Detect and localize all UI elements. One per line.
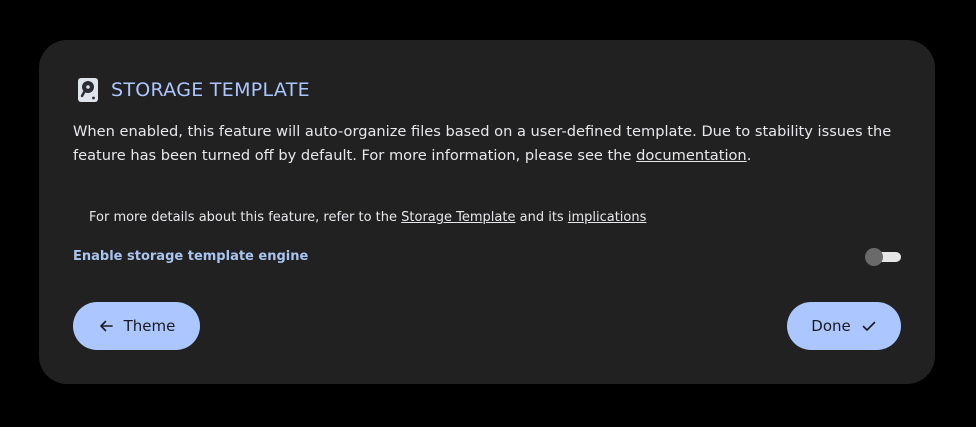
storage-template-link[interactable]: Storage Template — [401, 210, 515, 225]
details-note: For more details about this feature, ref… — [89, 208, 646, 228]
storage-template-card: STORAGE TEMPLATE When enabled, this feat… — [39, 40, 935, 384]
details-text: For more details about this feature, ref… — [89, 210, 402, 225]
back-theme-button[interactable]: Theme — [73, 302, 200, 350]
setting-label: Enable storage template engine — [73, 249, 309, 264]
done-button-label: Done — [811, 317, 851, 335]
arrow-left-icon — [99, 320, 113, 332]
storage-template-toggle[interactable] — [865, 248, 901, 266]
section-title: STORAGE TEMPLATE — [111, 79, 310, 101]
details-text-middle: and its — [515, 210, 568, 225]
back-button-label: Theme — [123, 317, 176, 335]
done-button[interactable]: Done — [787, 302, 901, 350]
description-text: When enabled, this feature will auto-org… — [73, 123, 892, 164]
feature-description: When enabled, this feature will auto-org… — [73, 120, 913, 168]
section-header: STORAGE TEMPLATE — [76, 77, 310, 103]
check-icon — [862, 321, 876, 331]
description-end: . — [746, 147, 752, 164]
harddisk-icon — [78, 78, 98, 102]
documentation-link[interactable]: documentation — [636, 147, 747, 164]
toggle-knob — [865, 248, 883, 266]
implications-link[interactable]: implications — [568, 210, 647, 225]
